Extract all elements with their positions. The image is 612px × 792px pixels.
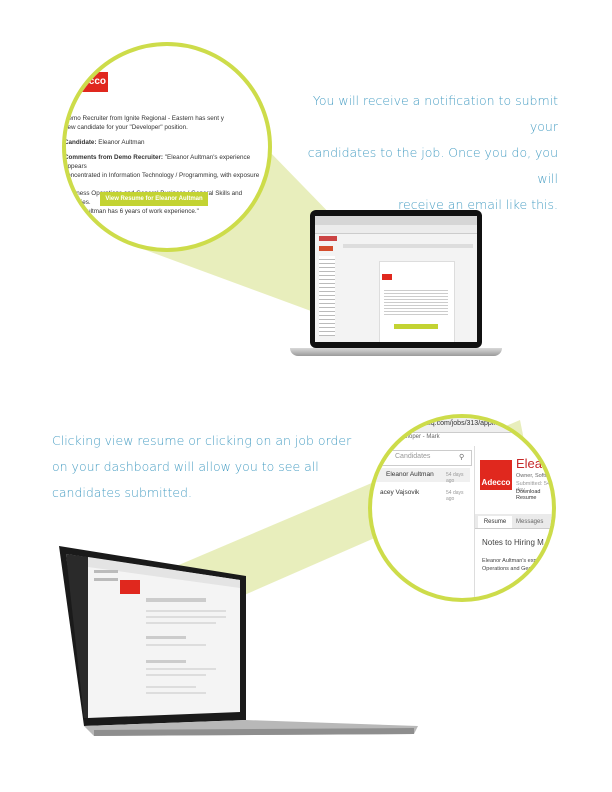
compose-button xyxy=(319,246,333,251)
candidate-list-item[interactable]: Eleanor Aultman 54 days ago xyxy=(372,468,470,484)
mini-text xyxy=(384,288,448,316)
laptop-1 xyxy=(290,210,502,360)
mail-sidebar xyxy=(319,256,335,336)
mini-button xyxy=(394,324,438,329)
candidate-name: Eleanor Aultman xyxy=(386,471,434,478)
email-zoom-circle: Adecco Demo Recruiter from Ignite Region… xyxy=(62,42,272,252)
caption-view-resume: Clicking view resume or clicking on an j… xyxy=(52,428,352,506)
tab-messages[interactable]: Messages xyxy=(516,516,543,528)
notes-text: Eleanor Aultman's expe xyxy=(482,558,540,564)
candidate-label: Candidate: xyxy=(64,139,97,146)
page: { "section1": { "caption_lines": [ "You … xyxy=(0,0,612,792)
laptop-2 xyxy=(54,540,424,740)
caption-line: You will receive a notification to submi… xyxy=(312,93,558,134)
caption-line: on your dashboard will allow you to see … xyxy=(52,459,319,474)
notes-title: Notes to Hiring M xyxy=(482,538,544,547)
comments-text: leanor Aultman has 6 years of work exper… xyxy=(64,208,199,215)
caption-line: candidates submitted. xyxy=(52,485,192,500)
url-text[interactable]: w.matchsiq.com/jobs/313/applicant xyxy=(400,420,508,427)
candidate-search-input[interactable]: Candidates ⚲ xyxy=(372,450,472,466)
candidate-age: 54 days ago xyxy=(446,472,464,484)
email-preview xyxy=(379,261,455,342)
subject-line xyxy=(343,244,473,248)
search-placeholder: Candidates xyxy=(395,453,431,460)
gmail-logo xyxy=(319,236,337,241)
email-intro-2: new candidate for your "Developer" posit… xyxy=(64,124,188,131)
candidate-name: acey Vajsovik xyxy=(380,489,420,496)
comments-label: Comments from Demo Recruiter: xyxy=(64,154,164,161)
laptop-2-graphic xyxy=(59,546,418,736)
candidate-age: 54 days ago xyxy=(446,490,464,502)
laptop-1-screen xyxy=(315,216,477,342)
adecco-logo: Adecco xyxy=(480,460,512,490)
email-intro: Demo Recruiter from Ignite Regional - Ea… xyxy=(64,115,224,122)
caption-line: Clicking view resume or clicking on an j… xyxy=(52,433,352,448)
adecco-logo: Adecco xyxy=(66,72,108,92)
comments-text: concentrated in Information Technology /… xyxy=(64,172,260,188)
zoom-address-bar: w.matchsiq.com/jobs/313/applicant xyxy=(372,418,552,433)
search-icon[interactable]: ⚲ xyxy=(459,453,464,461)
caption-notification: You will receive a notification to submi… xyxy=(290,88,558,218)
view-resume-button[interactable]: View Resume for Eleanor Aultman xyxy=(100,192,208,206)
browser-toolbar xyxy=(315,216,477,225)
notes-text: Operations and Gene xyxy=(482,566,535,572)
address-bar xyxy=(315,225,477,234)
profile-name: Eleanc xyxy=(516,456,556,471)
job-subtitle: eveloper - Mark xyxy=(398,434,440,440)
mini-logo xyxy=(382,274,392,280)
caption-line: candidates to the job. Once you do, you … xyxy=(307,145,558,186)
laptop-1-bezel xyxy=(310,210,482,348)
laptop-1-base xyxy=(290,348,502,356)
download-resume-link[interactable]: Download Resume xyxy=(516,489,552,501)
profile-title: Owner, Softwa xyxy=(516,473,552,479)
tab-resume[interactable]: Resume xyxy=(478,516,512,528)
candidate-name: Eleanor Aultman xyxy=(98,139,145,146)
candidate-list-item[interactable]: acey Vajsovik 54 days ago xyxy=(372,486,470,502)
